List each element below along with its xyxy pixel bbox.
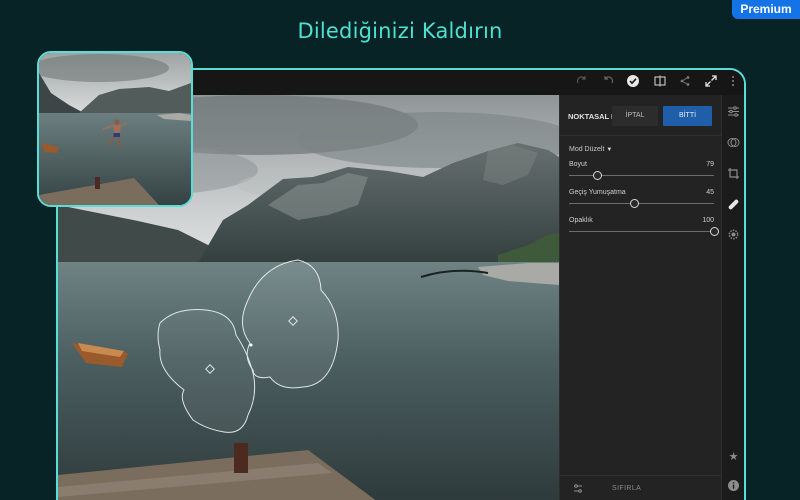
slider-track[interactable] (569, 175, 714, 176)
more-icon[interactable] (725, 74, 741, 90)
slider-thumb[interactable] (630, 199, 640, 208)
tool-strip: ★ (721, 95, 744, 500)
before-thumbnail (37, 51, 193, 207)
crop-icon[interactable] (726, 167, 741, 182)
slider-label: Opaklık (569, 217, 593, 224)
selective-icon[interactable] (726, 228, 741, 243)
slider-track[interactable] (569, 231, 714, 232)
feather-slider[interactable]: Geçiş Yumuşatma 45 (569, 189, 714, 213)
info-icon[interactable] (726, 479, 741, 494)
size-slider[interactable]: Boyut 79 (569, 161, 714, 185)
sliders-icon[interactable] (726, 105, 741, 120)
panel-footer: SIFIRLA (560, 475, 722, 500)
mode-label: Mod Düzelt (569, 146, 605, 153)
slider-value: 100 (702, 217, 714, 224)
share-icon[interactable] (677, 74, 693, 90)
page-title: Dilediğinizi Kaldırın (297, 19, 503, 43)
undo-icon[interactable] (600, 74, 616, 90)
mode-dropdown[interactable]: Mod Düzelt ▼ (569, 146, 612, 153)
star-icon[interactable]: ★ (726, 450, 741, 465)
slider-thumb[interactable] (710, 227, 719, 236)
healing-brush-icon[interactable] (726, 198, 741, 213)
healing-panel: NOKTASAL DÜZELTME İPTAL BİTTİ Mod Düzelt… (559, 95, 722, 500)
compare-icon[interactable] (652, 74, 668, 90)
divider (560, 135, 722, 136)
fullscreen-icon[interactable] (703, 74, 719, 90)
slider-value: 79 (706, 161, 714, 168)
checkmark-icon[interactable] (625, 74, 641, 90)
presets-icon[interactable] (726, 136, 741, 151)
panel-header: NOKTASAL DÜZELTME İPTAL BİTTİ (560, 105, 722, 131)
slider-track[interactable] (569, 203, 714, 204)
panel-title: NOKTASAL DÜZELTME (568, 112, 612, 121)
redo-icon[interactable] (574, 74, 590, 90)
reset-button[interactable]: SIFIRLA (612, 485, 641, 492)
chevron-down-icon: ▼ (606, 147, 613, 153)
slider-label: Geçiş Yumuşatma (569, 189, 626, 196)
adjust-settings-icon[interactable] (572, 483, 584, 498)
cancel-button[interactable]: İPTAL (612, 106, 658, 126)
opacity-slider[interactable]: Opaklık 100 (569, 217, 719, 241)
done-button[interactable]: BİTTİ (663, 106, 712, 126)
slider-thumb[interactable] (592, 171, 602, 180)
premium-badge[interactable]: Premium (732, 0, 800, 19)
slider-value: 45 (706, 189, 714, 196)
slider-label: Boyut (569, 161, 587, 168)
